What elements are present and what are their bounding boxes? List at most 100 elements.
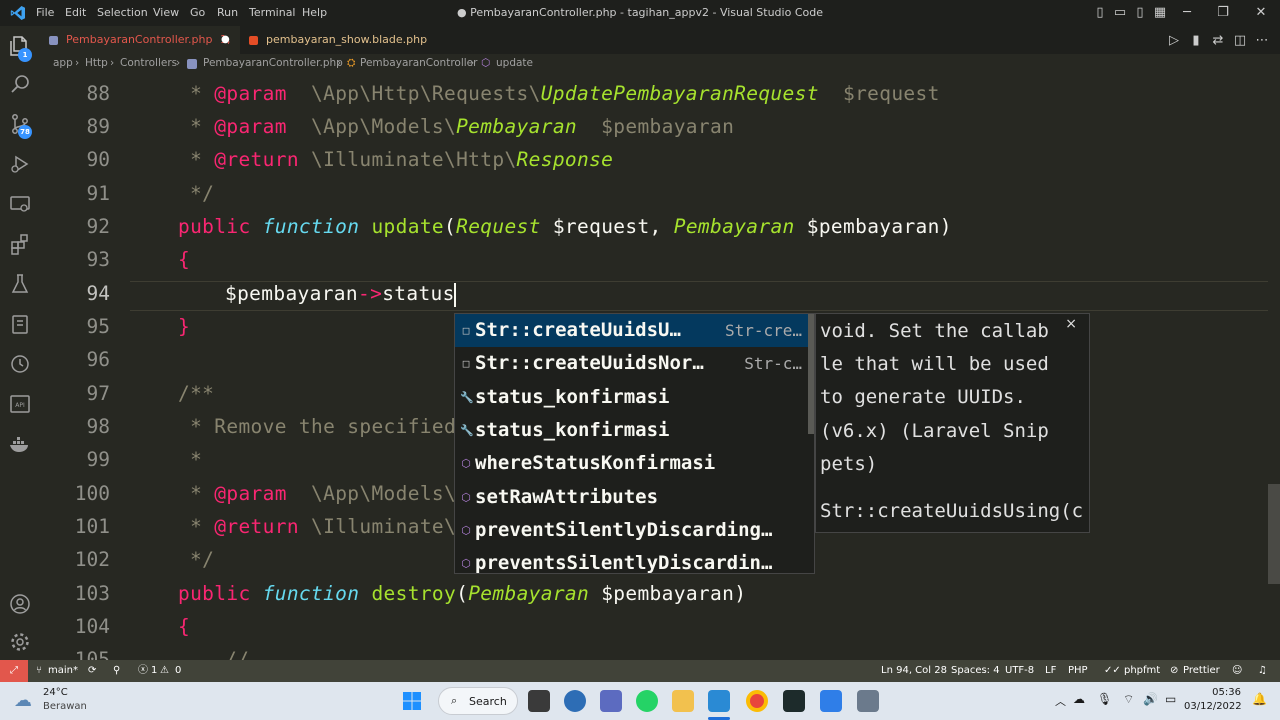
suggestion-item[interactable]: □ Str::createUuidsNor… Str-c… [455, 347, 814, 380]
terminal-app-icon[interactable] [783, 690, 805, 712]
encoding[interactable]: UTF-8 [1005, 660, 1034, 682]
battery-icon[interactable]: ▭ [1165, 692, 1176, 706]
suggestion-item[interactable]: ⬡ setRawAttributes [455, 481, 814, 514]
task-view-icon[interactable] [528, 690, 550, 712]
wifi-icon[interactable]: ⌔ [1123, 692, 1134, 707]
code-line: * @return \Illuminate\Http\Response [178, 148, 614, 171]
git-graph-icon[interactable]: ⚲ [113, 660, 120, 682]
vscode-taskbar-icon[interactable] [708, 690, 730, 712]
run-file-icon[interactable]: ▷ [1166, 33, 1182, 49]
indentation[interactable]: Spaces: 4 [951, 660, 1000, 682]
suggestion-scrollbar[interactable] [808, 314, 814, 434]
weather-temp[interactable]: 24°C [43, 687, 68, 698]
windows-start-icon[interactable] [402, 691, 422, 711]
onedrive-icon[interactable]: ☁ [1073, 692, 1085, 706]
breadcrumb-item[interactable]: PembayaranController [360, 54, 477, 73]
toggle-sidebar-icon[interactable]: ▯ [1090, 0, 1110, 26]
customize-layout-icon[interactable]: ▦ [1150, 0, 1170, 26]
browser-icon[interactable] [564, 690, 586, 712]
scrollbar-thumb[interactable] [1268, 484, 1280, 584]
menu-go[interactable]: Go [190, 0, 205, 26]
volume-icon[interactable]: 🔊 [1143, 692, 1158, 706]
tray-chevron-icon[interactable]: ︿ [1055, 693, 1066, 709]
menu-edit[interactable]: Edit [65, 0, 86, 26]
taskbar-search-box[interactable]: ⌕ Search [438, 687, 518, 715]
menu-view[interactable]: View [153, 0, 179, 26]
run-debug-icon[interactable] [8, 152, 32, 176]
clock-time[interactable]: 05:36 [1201, 687, 1241, 698]
breadcrumb-item[interactable]: Http [85, 54, 108, 73]
clock-date[interactable]: 03/12/2022 [1184, 701, 1242, 712]
sync-icon[interactable]: ⟳ [88, 660, 96, 682]
unsaved-dot-icon[interactable]: ● [221, 26, 230, 54]
tab-pembayaran-controller[interactable]: PembayaranController.php 1, U ● [40, 26, 240, 74]
notification-bell-icon[interactable]: 🔔 [1252, 692, 1267, 706]
search-icon[interactable] [8, 72, 32, 96]
whatsapp-icon[interactable] [636, 690, 658, 712]
weather-cloud-icon[interactable]: ☁ [14, 690, 32, 711]
file-explorer-icon[interactable] [672, 690, 694, 712]
warning-count[interactable]: 0 [175, 660, 181, 682]
menu-run[interactable]: Run [217, 0, 238, 26]
split-editor-icon[interactable]: ◫ [1232, 33, 1248, 49]
php-debug-icon[interactable]: ▮ [1188, 33, 1204, 49]
suggestion-item[interactable]: ⬡ preventSilentlyDiscarding… [455, 514, 814, 547]
suggestion-item[interactable]: ⬡ preventsSilentlyDiscardin… [455, 547, 814, 573]
close-icon[interactable]: × [1065, 316, 1077, 332]
api-icon[interactable]: API [8, 392, 32, 416]
account-icon[interactable] [8, 592, 32, 616]
remote-indicator-icon[interactable]: ⤢ [0, 660, 28, 682]
prettier[interactable]: Prettier [1183, 660, 1220, 682]
cursor-position[interactable]: Ln 94, Col 28 [881, 660, 947, 682]
language-mode[interactable]: PHP [1068, 660, 1088, 682]
warning-icon[interactable]: ⚠ [160, 660, 169, 682]
remote-explorer-icon[interactable] [8, 192, 32, 216]
editor-scrollbar[interactable] [1268, 74, 1280, 660]
suggestion-item[interactable]: 🔧 status_konfirmasi [455, 381, 814, 414]
menu-selection[interactable]: Selection [97, 0, 148, 26]
menu-help[interactable]: Help [302, 0, 327, 26]
docker-icon[interactable] [8, 432, 32, 456]
chrome-icon[interactable] [746, 690, 768, 712]
toggle-panel-icon[interactable]: ▭ [1110, 0, 1130, 26]
formatter[interactable]: phpfmt [1124, 660, 1160, 682]
line-number: 90 [86, 148, 110, 171]
weather-desc[interactable]: Berawan [43, 701, 87, 712]
suggestion-item[interactable]: □ Str::createUuidsU… Str-cre… [455, 314, 814, 347]
close-window-button[interactable]: ✕ [1244, 0, 1278, 26]
breadcrumb-item[interactable]: app [53, 54, 73, 73]
line-number: 92 [86, 215, 110, 238]
compare-changes-icon[interactable]: ⇄ [1210, 33, 1226, 49]
arrow-app-icon[interactable] [820, 690, 842, 712]
branch-name[interactable]: main* [48, 660, 78, 682]
minimize-button[interactable]: ─ [1170, 0, 1204, 26]
menu-file[interactable]: File [36, 0, 54, 26]
menu-terminal[interactable]: Terminal [249, 0, 296, 26]
suggestion-item[interactable]: ⬡ whereStatusKonfirmasi [455, 447, 814, 480]
method-icon: ⬡ [461, 523, 471, 537]
breadcrumb-item[interactable]: Controllers [120, 54, 177, 73]
feedback-icon[interactable]: ☺ [1232, 660, 1242, 682]
error-icon[interactable]: ⓧ [138, 660, 148, 682]
line-number: 105 [74, 648, 110, 660]
end-of-line[interactable]: LF [1045, 660, 1056, 682]
screen-recorder-icon[interactable] [857, 690, 879, 712]
testing-icon[interactable] [8, 272, 32, 296]
remote-desktop-icon[interactable] [600, 690, 622, 712]
line-number: 103 [74, 582, 110, 605]
extensions-icon[interactable] [8, 232, 32, 256]
settings-gear-icon[interactable] [8, 630, 32, 654]
breadcrumb-item[interactable]: PembayaranController.php [203, 54, 343, 73]
error-count[interactable]: 1 [151, 660, 157, 682]
more-actions-icon[interactable]: ⋯ [1254, 33, 1270, 49]
breadcrumb-item[interactable]: update [496, 54, 533, 73]
clipboard-icon[interactable] [8, 312, 32, 336]
microphone-icon[interactable]: 🎙 [1097, 692, 1112, 706]
timeline-icon[interactable] [8, 352, 32, 376]
notifications-icon[interactable]: ♫ [1258, 660, 1267, 682]
tab-pembayaran-show[interactable]: pembayaran_show.blade.php U [240, 26, 427, 74]
toggle-secondary-sidebar-icon[interactable]: ▯ [1130, 0, 1150, 26]
maximize-button[interactable]: ❐ [1206, 0, 1240, 26]
suggestion-item[interactable]: 🔧 status_konfirmasi [455, 414, 814, 447]
line-number: 97 [86, 382, 110, 405]
